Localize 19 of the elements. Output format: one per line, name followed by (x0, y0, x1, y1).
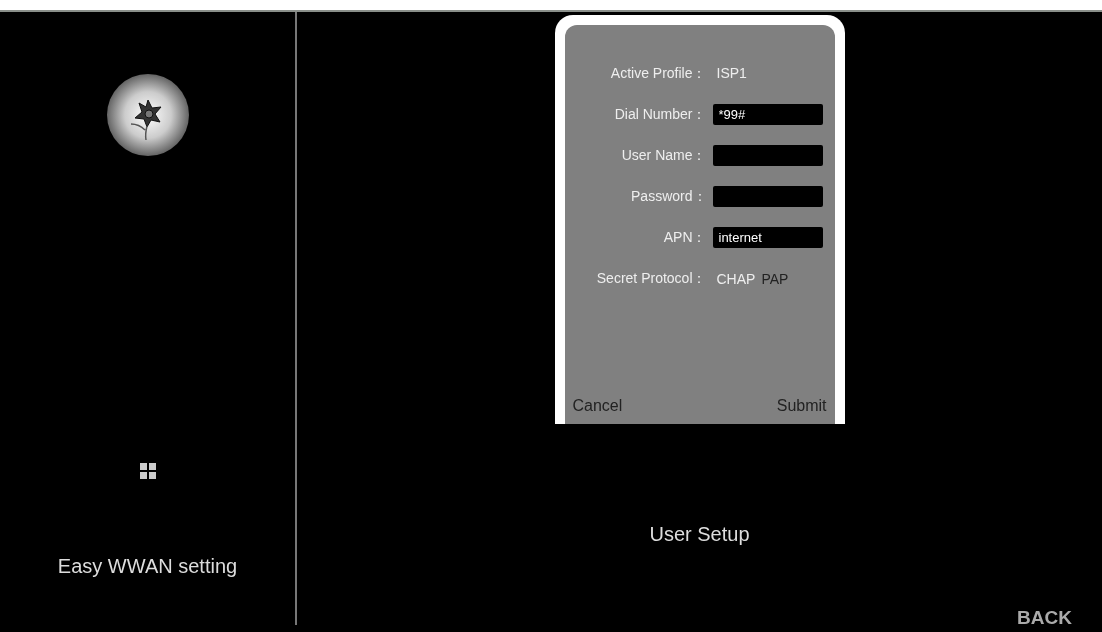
protocol-option[interactable]: PAP (761, 270, 789, 287)
protocol-option[interactable]: CHAP (716, 270, 756, 287)
field-label: Dial Number： (613, 105, 708, 124)
input-field[interactable]: internet (712, 227, 823, 248)
profile-value: ISP1 (715, 64, 747, 83)
input-field[interactable] (712, 186, 823, 207)
field-label: Secret Protocol： (595, 269, 708, 288)
input-field[interactable] (712, 145, 823, 166)
page-title: User Setup (649, 521, 750, 547)
back-button[interactable]: BACK (1017, 603, 1072, 632)
grid-icon[interactable] (137, 461, 158, 481)
input-field[interactable]: *99# (712, 104, 823, 125)
sidebar-title: Easy WWAN setting (57, 554, 238, 579)
submit-button[interactable]: Submit (776, 393, 827, 418)
field-label: APN： (662, 228, 708, 247)
field-label: Password： (630, 187, 708, 206)
cancel-button[interactable]: Cancel (572, 393, 623, 418)
field-label: User Name： (620, 146, 708, 165)
field-label: Active Profile： (609, 64, 708, 83)
